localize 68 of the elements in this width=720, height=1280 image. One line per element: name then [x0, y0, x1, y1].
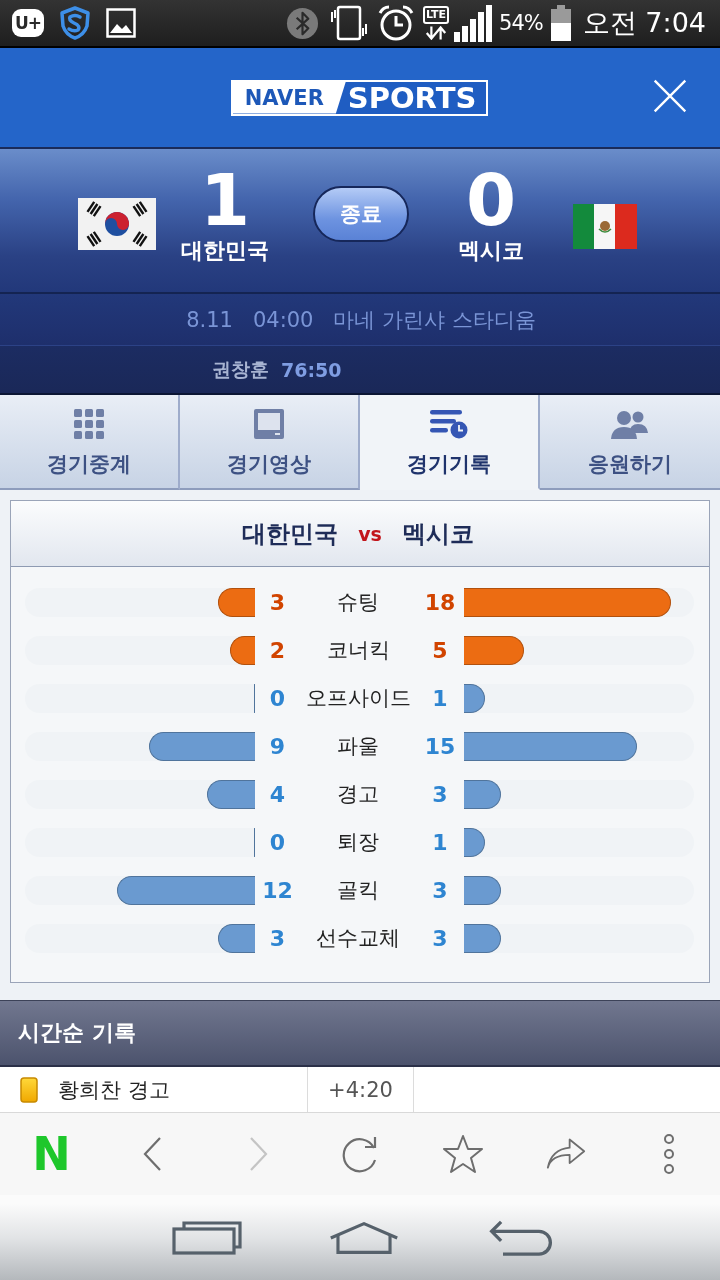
list-clock-icon — [430, 409, 468, 439]
away-stat-value: 3 — [431, 781, 449, 807]
away-stat-value: 3 — [431, 877, 449, 903]
home-stat-value: 0 — [268, 829, 287, 855]
logo-brand-text: NAVER — [232, 81, 346, 114]
data-arrows-icon — [424, 26, 448, 40]
section-title: 시간순 기록 — [18, 1019, 136, 1047]
away-team-title: 멕시코 — [401, 518, 474, 550]
goal-minute: 76:50 — [281, 358, 342, 381]
stat-label: 퇴장 — [336, 829, 380, 856]
star-icon[interactable] — [442, 1134, 483, 1174]
image-icon — [106, 8, 137, 38]
home-stat-value: 0 — [268, 685, 287, 711]
logo-section-text: SPORTS — [346, 81, 478, 114]
away-stat-value: 3 — [431, 925, 449, 951]
match-venue: 마네 가린샤 스타디움 — [333, 306, 536, 334]
stat-label: 코너킥 — [325, 637, 391, 664]
away-stat-value: 18 — [423, 589, 457, 615]
stat-label: 선수교체 — [315, 925, 401, 952]
home-stat-value: 4 — [268, 781, 287, 807]
away-stat-value: 15 — [423, 733, 457, 759]
home-score: 1 — [199, 165, 251, 235]
match-status-badge: 종료 — [313, 186, 409, 242]
home-team-title: 대한민국 — [242, 518, 339, 550]
versus-label: vs — [358, 522, 382, 545]
stat-label: 슈팅 — [336, 589, 380, 616]
bluetooth-icon — [285, 6, 319, 40]
booking-card-icon — [20, 1076, 38, 1103]
tab[interactable]: 응원하기 — [540, 395, 720, 490]
home-stat-value: 3 — [268, 589, 287, 615]
away-team-name: 멕시코 — [458, 237, 524, 265]
stat-label: 골킥 — [336, 877, 380, 904]
away-stat-value: 1 — [431, 685, 449, 711]
match-time: 04:00 — [252, 307, 314, 332]
alarm-clock-icon — [376, 4, 415, 42]
event-text: 황희찬 경고 — [58, 1076, 170, 1104]
scorer-name: 권창훈 — [212, 356, 269, 382]
battery-icon — [550, 5, 571, 41]
home-stat-value: 3 — [268, 925, 287, 951]
home-stat-value: 12 — [261, 877, 294, 903]
network-type-label: LTE — [422, 6, 450, 24]
recent-apps-icon[interactable] — [171, 1219, 242, 1256]
stat-label: 오프사이드 — [304, 685, 412, 712]
shield-icon — [60, 6, 91, 40]
more-icon[interactable] — [661, 1134, 676, 1174]
battery-percent: 54% — [499, 11, 543, 35]
close-icon[interactable] — [652, 78, 688, 114]
home-stat-value: 2 — [268, 637, 287, 663]
clock-time: 오전 7:04 — [582, 6, 706, 40]
stat-label: 경고 — [336, 781, 380, 808]
grid-icon — [74, 409, 104, 439]
home-icon[interactable] — [329, 1219, 399, 1256]
match-date: 8.11 — [186, 307, 233, 332]
tab[interactable]: 경기영상 — [180, 395, 360, 490]
away-stat-value: 1 — [431, 829, 449, 855]
vibrate-icon — [328, 4, 369, 42]
home-stat-value: 9 — [268, 733, 287, 759]
stat-label: 파울 — [336, 733, 380, 760]
people-icon — [611, 409, 649, 439]
away-score: 0 — [465, 165, 517, 235]
app-badge: U+ — [12, 9, 45, 37]
mexico-flag-icon — [573, 204, 637, 249]
tab[interactable]: 경기중계 — [0, 395, 180, 490]
home-team-name: 대한민국 — [181, 237, 269, 265]
monitor-icon — [254, 409, 284, 439]
korea-flag-icon — [78, 198, 156, 250]
away-stat-value: 5 — [431, 637, 449, 663]
signal-icon — [453, 4, 494, 42]
